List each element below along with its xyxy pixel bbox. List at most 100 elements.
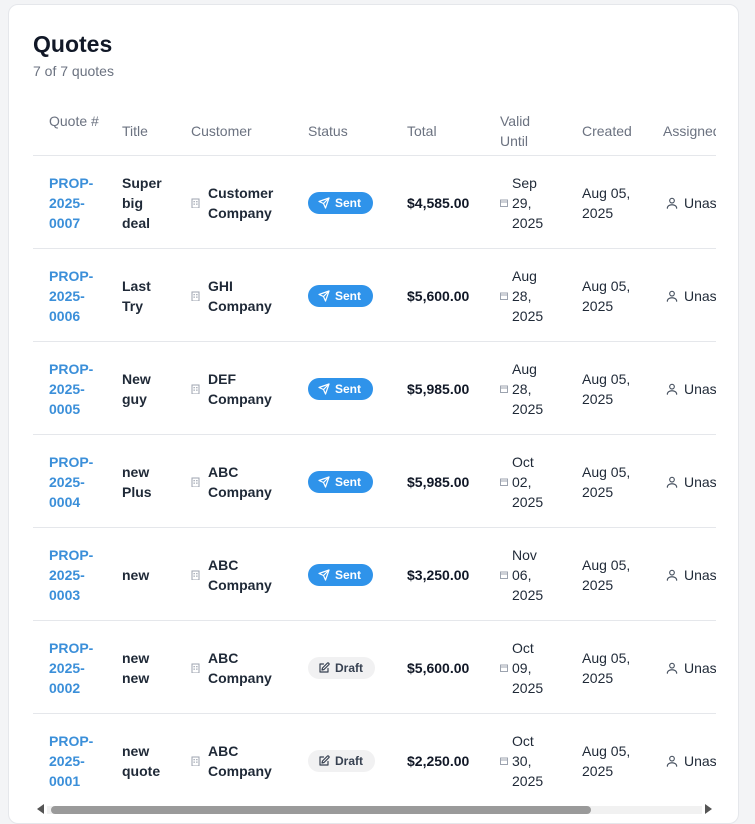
created-line: Aug 05, bbox=[582, 742, 631, 759]
status-badge: Draft bbox=[308, 749, 376, 772]
created-line: Aug 05, bbox=[582, 649, 631, 666]
quote-number-link[interactable]: PROP- 2025- 0006 bbox=[49, 266, 93, 326]
quote-line: 2025- bbox=[49, 752, 85, 769]
assignee-name: Unassigned bbox=[684, 473, 716, 490]
quote-line: PROP- bbox=[49, 546, 94, 563]
title-line: New bbox=[122, 370, 151, 387]
valid-until-date: Oct 09, 2025 bbox=[512, 638, 543, 698]
customer-name: GHI Company bbox=[208, 276, 272, 316]
customer-name: ABC Company bbox=[208, 555, 272, 595]
valid-line: Oct bbox=[512, 453, 534, 470]
title-line: deal bbox=[122, 214, 151, 231]
horizontal-scrollbar[interactable] bbox=[33, 802, 716, 815]
table-row[interactable]: PROP- 2025- 0006 Last Try GHI Company Sent $5,60… bbox=[33, 249, 716, 342]
quote-line: 0005 bbox=[49, 400, 81, 417]
created-line: Aug 05, bbox=[582, 277, 631, 294]
building-icon bbox=[191, 384, 200, 397]
quote-line: 2025- bbox=[49, 380, 85, 397]
quote-number-link[interactable]: PROP- 2025- 0005 bbox=[49, 359, 93, 419]
customer-name: ABC Company bbox=[208, 462, 272, 502]
send-icon bbox=[318, 475, 335, 488]
header-created[interactable]: Created bbox=[582, 121, 632, 141]
valid-until-date: Oct 02, 2025 bbox=[512, 452, 543, 512]
building-icon bbox=[191, 291, 200, 304]
scroll-thumb[interactable] bbox=[51, 806, 591, 814]
quote-line: 2025- bbox=[49, 194, 85, 211]
assignee-name: Unassigned bbox=[684, 380, 716, 397]
quote-number-link[interactable]: PROP- 2025- 0004 bbox=[49, 452, 93, 512]
header-total[interactable]: Total bbox=[407, 121, 437, 141]
quote-line: 0002 bbox=[49, 679, 81, 696]
quote-line: 2025- bbox=[49, 473, 85, 490]
quote-number-link[interactable]: PROP- 2025- 0007 bbox=[49, 173, 93, 233]
building-icon bbox=[191, 756, 200, 769]
scroll-left-icon[interactable] bbox=[37, 804, 44, 814]
customer-line: Company bbox=[208, 483, 272, 500]
created-date: Aug 05, 2025 bbox=[582, 369, 630, 409]
table-row[interactable]: PROP- 2025- 0002 new new ABC Company Draft $5,60… bbox=[33, 621, 716, 714]
customer-line: ABC bbox=[208, 556, 239, 573]
created-date: Aug 05, 2025 bbox=[582, 183, 630, 223]
customer-name: ABC Company bbox=[208, 648, 272, 688]
edit-icon bbox=[318, 754, 335, 767]
quote-number-link[interactable]: PROP- 2025- 0001 bbox=[49, 731, 93, 791]
title-line: new bbox=[122, 463, 150, 480]
created-line: 2025 bbox=[582, 576, 614, 593]
quote-line: 0006 bbox=[49, 307, 81, 324]
table-row[interactable]: PROP- 2025- 0001 new quote ABC Company Draft $2,… bbox=[33, 714, 716, 797]
user-icon bbox=[665, 568, 679, 587]
header-customer[interactable]: Customer bbox=[191, 121, 252, 141]
status-badge: Sent bbox=[308, 470, 374, 493]
header-valid-until[interactable]: Valid Until bbox=[500, 111, 540, 151]
customer-name: DEF Company bbox=[208, 369, 272, 409]
user-icon bbox=[665, 475, 679, 494]
title-line: Try bbox=[122, 297, 144, 314]
header-assigned[interactable]: Assigned bbox=[663, 121, 716, 141]
created-line: 2025 bbox=[582, 669, 614, 686]
send-icon bbox=[318, 382, 335, 395]
header-quote-number[interactable]: Quote # bbox=[49, 111, 104, 131]
quote-title: Last Try bbox=[122, 276, 151, 316]
valid-until-date: Oct 30, 2025 bbox=[512, 731, 543, 791]
assignee-name: Unassigned bbox=[684, 659, 716, 676]
assignee-name: Unassigned bbox=[684, 287, 716, 304]
customer-line: Company bbox=[208, 576, 272, 593]
customer-line: ABC bbox=[208, 649, 239, 666]
assignee-name: Unassigned bbox=[684, 194, 716, 211]
valid-line: 2025 bbox=[512, 679, 544, 696]
valid-line: 09, bbox=[512, 659, 532, 676]
customer-line: Company bbox=[208, 762, 272, 779]
table-row[interactable]: PROP- 2025- 0003 new ABC Company Sent $3,250.00… bbox=[33, 528, 716, 621]
header-status[interactable]: Status bbox=[308, 121, 348, 141]
edit-icon bbox=[318, 661, 335, 674]
assignee-name: Unassigned bbox=[684, 566, 716, 583]
building-icon bbox=[191, 663, 200, 676]
send-icon bbox=[318, 196, 335, 209]
table-row[interactable]: PROP- 2025- 0004 new Plus ABC Company Sent $5,98… bbox=[33, 435, 716, 528]
quote-title: new quote bbox=[122, 741, 160, 781]
valid-line: Oct bbox=[512, 732, 534, 749]
calendar-icon bbox=[500, 199, 508, 210]
customer-line: ABC bbox=[208, 463, 239, 480]
title-line: big bbox=[122, 194, 143, 211]
title-line: Last bbox=[122, 277, 151, 294]
scroll-right-icon[interactable] bbox=[705, 804, 712, 814]
status-badge: Sent bbox=[308, 191, 374, 214]
title-line: new bbox=[122, 649, 150, 666]
quote-line: 0004 bbox=[49, 493, 81, 510]
quote-total: $5,600.00 bbox=[407, 287, 470, 304]
created-line: 2025 bbox=[582, 204, 614, 221]
table-row[interactable]: PROP- 2025- 0005 New guy DEF Company Sent $5,985… bbox=[33, 342, 716, 435]
title-line: Plus bbox=[122, 483, 152, 500]
quote-number-link[interactable]: PROP- 2025- 0002 bbox=[49, 638, 93, 698]
created-date: Aug 05, 2025 bbox=[582, 648, 630, 688]
table-row[interactable]: PROP- 2025- 0007 Super big deal Customer Compan… bbox=[33, 156, 716, 249]
customer-line: Company bbox=[208, 390, 272, 407]
quote-number-link[interactable]: PROP- 2025- 0003 bbox=[49, 545, 93, 605]
user-icon bbox=[665, 196, 679, 215]
title-line: guy bbox=[122, 390, 147, 407]
calendar-icon bbox=[500, 478, 508, 489]
calendar-icon bbox=[500, 385, 508, 396]
header-title[interactable]: Title bbox=[122, 121, 148, 141]
status-label: Sent bbox=[335, 567, 362, 582]
